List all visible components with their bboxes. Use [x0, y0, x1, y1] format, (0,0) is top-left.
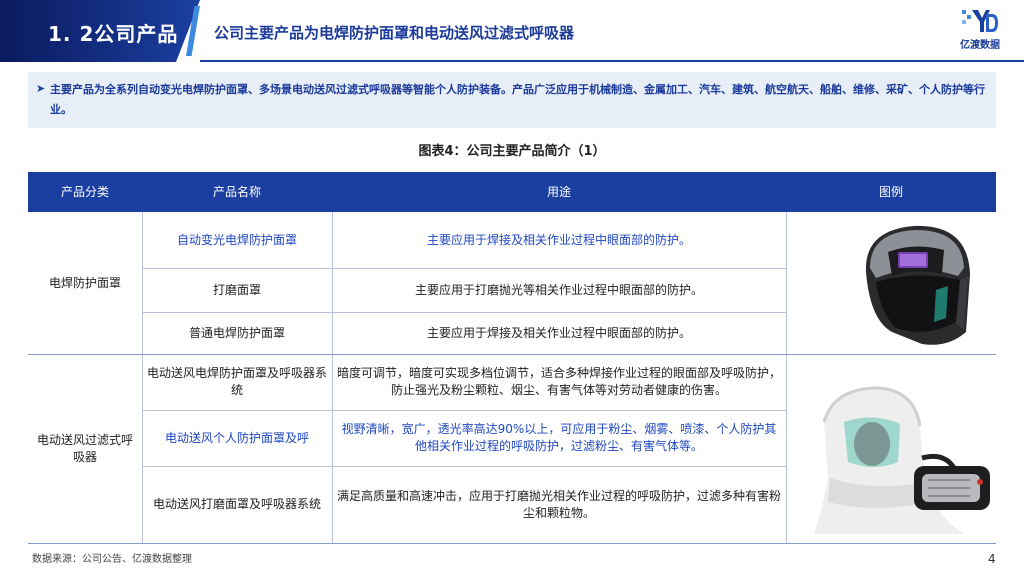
product-name-cell: 自动变光电焊防护面罩	[176, 232, 297, 247]
product-name-cell: 电动送风个人防护面罩及呼	[164, 430, 309, 445]
papr-hood-image	[814, 386, 990, 534]
intro-box: ➤ 主要产品为全系列自动变光电焊防护面罩、多场景电动送风过滤式呼吸器等智能个人防…	[28, 72, 996, 128]
product-usage-cell: 主要应用于打磨抛光等相关作业过程中眼面部的防护。	[414, 282, 703, 297]
page-header: 1. 2公司产品 公司主要产品为电焊防护面罩和电动送风过滤式呼吸器 亿渡数据	[0, 0, 1024, 62]
product-name-cell: 打磨面罩	[212, 282, 261, 297]
product-usage-cell: 满足高质量和高速冲击，应用于打磨抛光相关作业过程的呼吸防护，过滤多种有害粉尘和颗…	[336, 488, 781, 520]
header-name: 产品名称	[212, 185, 261, 199]
logo-text: 亿渡数据	[960, 40, 1000, 51]
header-image: 图例	[878, 185, 903, 199]
page-number: 4	[988, 552, 996, 566]
logo-mark-icon	[962, 10, 998, 32]
figure-title: 图表4：公司主要产品简介（1）	[418, 144, 606, 159]
data-source: 数据来源：公司公告、亿渡数据整理	[32, 554, 192, 565]
table-bottom-border	[28, 543, 996, 544]
section-label: 1. 2公司产品	[48, 22, 179, 46]
category-cell: 电动送风过滤式呼吸器	[36, 433, 133, 464]
product-name-cell: 普通电焊防护面罩	[188, 325, 285, 340]
product-usage-cell: 主要应用于焊接及相关作业过程中眼面部的防护。	[426, 232, 691, 247]
page-title: 公司主要产品为电焊防护面罩和电动送风过滤式呼吸器	[214, 24, 575, 42]
header-category: 产品分类	[60, 185, 109, 199]
product-usage-cell: 视野清晰，宽广，透光率高达90%以上，可应用于粉尘、烟雾、喷漆、个人防护其他相关…	[341, 422, 777, 453]
product-usage-cell: 暗度可调节，暗度可实现多档位调节，适合多种焊接作业过程的眼面部及呼吸防护，防止强…	[336, 366, 781, 397]
header-divider	[200, 60, 1024, 62]
category-cell: 电焊防护面罩	[48, 275, 121, 290]
company-logo: 亿渡数据	[950, 8, 1010, 54]
product-name-cell: 电动送风电焊防护面罩及呼吸器系统	[146, 366, 327, 397]
welding-helmet-image	[865, 225, 970, 345]
product-usage-cell: 主要应用于焊接及相关作业过程中眼面部的防护。	[426, 325, 691, 340]
product-table: 产品分类 产品名称 用途 图例 电焊防护面罩 自动变光电焊防护面罩 主要应用于焊…	[28, 172, 996, 544]
intro-text: 主要产品为全系列自动变光电焊防护面罩、多场景电动送风过滤式呼吸器等智能个人防护装…	[50, 83, 985, 116]
triangle-right-icon: ➤	[36, 82, 46, 95]
product-name-cell: 电动送风打磨面罩及呼吸器系统	[152, 497, 321, 511]
col-divider	[786, 212, 787, 544]
header-usage: 用途	[546, 185, 571, 199]
section-tab: 1. 2公司产品	[0, 0, 200, 62]
table-header-row: 产品分类 产品名称 用途 图例	[28, 172, 996, 212]
